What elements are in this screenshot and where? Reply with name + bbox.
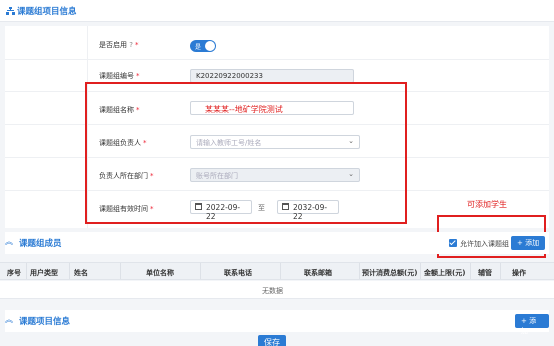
row-enabled: 是否启用 ? * 是	[5, 26, 549, 60]
members-title: 课题组成员	[19, 239, 62, 249]
empty-text: 无数据	[262, 287, 283, 295]
col-header: 预计消费总额(元)	[362, 269, 418, 277]
col-header: 联系邮箱	[304, 269, 332, 277]
col-header: 联系电话	[224, 269, 252, 277]
allow-join-checkbox[interactable]	[449, 239, 457, 247]
col-header: 辅管	[478, 269, 492, 277]
enabled-toggle[interactable]: 是	[190, 40, 216, 52]
col-sep	[200, 263, 201, 279]
col-sep	[420, 263, 421, 279]
col-header: 序号	[7, 269, 21, 277]
col-sep	[120, 263, 121, 279]
annotation-text: 可添加学生	[467, 200, 507, 209]
col-sep	[280, 263, 281, 279]
question-circle-icon: ?	[129, 41, 133, 49]
col-header: 单位名称	[146, 269, 174, 277]
collapse-icon[interactable]: ︽	[5, 236, 13, 247]
allow-join-label: 允许加入课题组	[460, 240, 509, 248]
col-sep	[26, 263, 27, 279]
toggle-knob	[205, 41, 215, 51]
col-header: 操作	[512, 269, 526, 277]
projects-header: ︽ 课题项目信息 + 添加	[5, 310, 549, 335]
add-member-button[interactable]: + 添加	[511, 236, 546, 250]
col-sep	[500, 263, 501, 279]
col-sep	[69, 263, 70, 279]
org-chart-icon	[6, 7, 15, 15]
members-header: ︽ 课题组成员 允许加入课题组 + 添加	[5, 232, 549, 254]
col-sep	[359, 263, 360, 279]
info-section-title: 课题组项目信息	[17, 7, 77, 17]
info-section-header: 课题组项目信息	[0, 0, 554, 22]
group-no-label: 课题组编号 *	[99, 72, 140, 80]
annotation-box-form	[85, 82, 407, 224]
col-header: 姓名	[74, 269, 88, 277]
col-sep	[470, 263, 471, 279]
col-header: 金额上限(元)	[424, 269, 466, 277]
enabled-label: 是否启用 ? *	[99, 41, 139, 49]
group-no-field[interactable]: K20220922000233	[190, 69, 354, 83]
projects-title: 课题项目信息	[19, 317, 71, 327]
save-button[interactable]: 保存	[258, 335, 286, 346]
members-table-header: 序号 用户类型 姓名 单位名称 联系电话 联系邮箱 预计消费总额(元) 金额上限…	[0, 262, 554, 280]
collapse-icon[interactable]: ︽	[5, 314, 13, 325]
members-empty-row: 无数据	[0, 281, 554, 299]
add-project-button[interactable]: + 添加	[515, 314, 549, 335]
col-header: 用户类型	[30, 269, 58, 277]
